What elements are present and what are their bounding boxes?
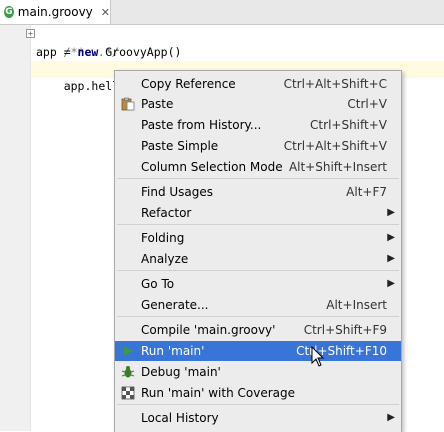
menu-item-refactor[interactable]: Refactor ▶ [115, 203, 401, 223]
submenu-arrow-icon: ▶ [387, 232, 395, 243]
menu-item-shortcut: Ctrl+Shift+F10 [296, 344, 387, 358]
editor-gutter: + [0, 25, 35, 431]
menu-item-shortcut: Alt+Insert [326, 298, 387, 312]
menu-item-run-main[interactable]: Run 'main' Ctrl+Shift+F10 [115, 341, 401, 361]
menu-item-label: Run 'main' with Coverage [141, 386, 295, 400]
menu-item-label: Folding [141, 231, 185, 245]
menu-item-paste[interactable]: Paste Ctrl+V [115, 94, 401, 114]
menu-item-go-to[interactable]: Go To ▶ [115, 274, 401, 294]
submenu-arrow-icon: ▶ [387, 253, 395, 264]
menu-item-column-selection-mode[interactable]: Column Selection Mode Alt+Shift+Insert [115, 157, 401, 177]
menu-item-local-history[interactable]: Local History ▶ [115, 408, 401, 428]
menu-item-shortcut: Ctrl+Alt+Shift+C [283, 77, 387, 91]
menu-item-shortcut: Ctrl+Alt+Shift+V [283, 139, 387, 153]
menu-item-find-usages[interactable]: Find Usages Alt+F7 [115, 182, 401, 202]
menu-item-label: Go To [141, 277, 175, 291]
clipboard-icon [121, 97, 135, 111]
menu-item-shortcut: Ctrl+V [347, 97, 387, 111]
menu-item-shortcut: Alt+Shift+Insert [288, 160, 387, 174]
code-text: GroovyApp() [98, 45, 182, 59]
menu-item-label: Column Selection Mode [141, 160, 283, 174]
run-icon [124, 346, 133, 356]
menu-separator [117, 270, 399, 271]
menu-item-shortcut: Ctrl+Shift+F9 [303, 323, 387, 337]
groovy-file-icon: G [4, 6, 14, 18]
fold-toggle-icon[interactable]: + [26, 29, 35, 38]
menu-separator [117, 316, 399, 317]
menu-item-copy-reference[interactable]: Copy Reference Ctrl+Alt+Shift+C [115, 74, 401, 94]
menu-separator [117, 404, 399, 405]
menu-item-folding[interactable]: Folding ▶ [115, 228, 401, 248]
menu-item-run-with-coverage[interactable]: Run 'main' with Coverage [115, 383, 401, 403]
menu-item-label: Compile 'main.groovy' [141, 323, 276, 337]
menu-item-shortcut: Alt+F7 [346, 185, 387, 199]
tab-main-groovy[interactable]: G main.groovy ✕ [0, 0, 111, 24]
menu-item-label: Refactor [141, 206, 192, 220]
menu-item-generate[interactable]: Generate... Alt+Insert [115, 295, 401, 315]
debug-icon [121, 366, 135, 378]
menu-item-paste-simple[interactable]: Paste Simple Ctrl+Alt+Shift+V [115, 136, 401, 156]
close-icon[interactable]: ✕ [101, 6, 110, 19]
editor-tab-bar: G main.groovy ✕ [0, 0, 444, 25]
menu-item-label: Copy Reference [141, 77, 236, 91]
menu-item-label: Local History [141, 411, 219, 425]
menu-item-label: Run 'main' [141, 344, 205, 358]
menu-separator [117, 178, 399, 179]
menu-item-label: Debug 'main' [141, 365, 221, 379]
menu-separator [117, 224, 399, 225]
menu-item-shortcut: Ctrl+Shift+V [310, 118, 387, 132]
tab-label: main.groovy [17, 5, 93, 19]
menu-item-label: Paste Simple [141, 139, 219, 153]
menu-item-compile[interactable]: Compile 'main.groovy' Ctrl+Shift+F9 [115, 320, 401, 340]
mouse-pointer-icon [311, 346, 325, 367]
code-text: app = [36, 45, 78, 59]
menu-item-label: Paste [141, 97, 174, 111]
submenu-arrow-icon: ▶ [387, 412, 395, 423]
context-menu: Copy Reference Ctrl+Alt+Shift+C Paste Ct… [114, 70, 402, 432]
menu-item-label: Find Usages [141, 185, 214, 199]
menu-item-label: Paste from History... [141, 118, 262, 132]
submenu-arrow-icon: ▶ [387, 278, 395, 289]
menu-item-label: Generate... [141, 298, 209, 312]
menu-item-label: Analyze [141, 252, 189, 266]
submenu-arrow-icon: ▶ [387, 207, 395, 218]
code-keyword: new [77, 45, 99, 59]
code-line: app = new GroovyApp() [36, 44, 181, 61]
code-line: /**...*/ [36, 27, 119, 59]
menu-item-paste-from-history[interactable]: Paste from History... Ctrl+Shift+V [115, 115, 401, 135]
coverage-icon [121, 386, 135, 400]
menu-item-debug-main[interactable]: Debug 'main' [115, 362, 401, 382]
menu-item-analyze[interactable]: Analyze ▶ [115, 249, 401, 269]
